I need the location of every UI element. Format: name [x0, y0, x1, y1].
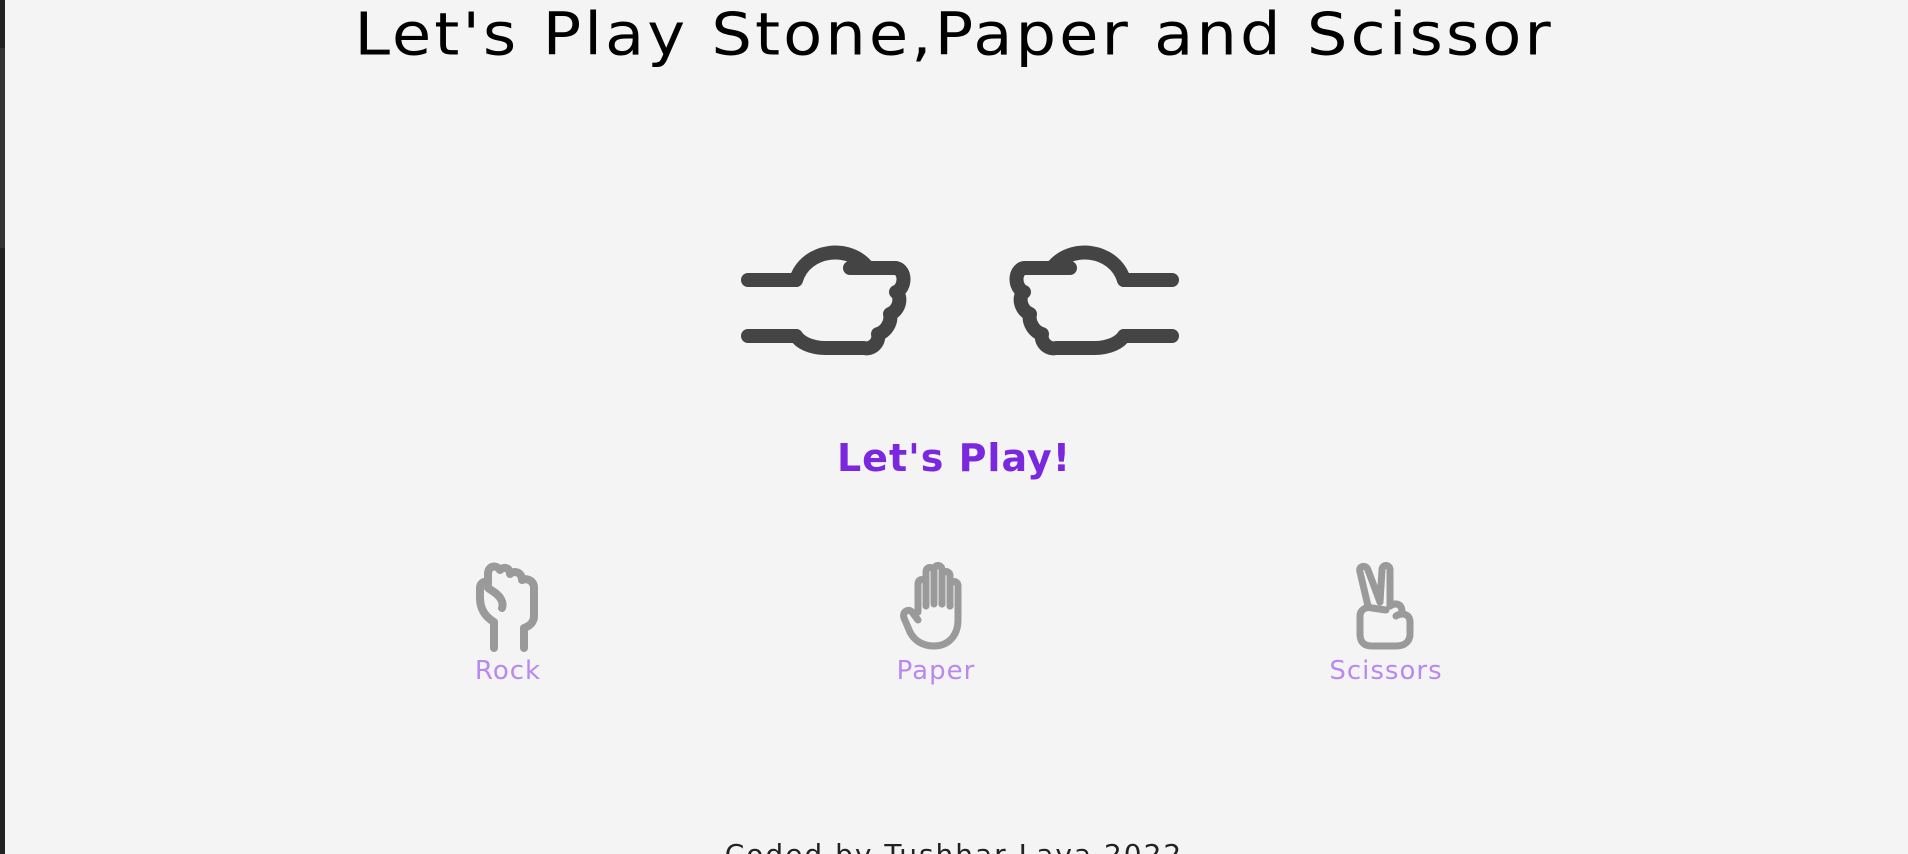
window-edge: [0, 0, 5, 854]
page: Let's Play Stone,Paper and Scissor Let's…: [0, 0, 1908, 854]
rock-button[interactable]: Rock: [428, 562, 588, 686]
paper-hand-icon: [900, 562, 962, 650]
footer-credit: Coded by Tushhar Lava 2022: [0, 838, 1908, 854]
rock-hand-icon: [476, 562, 538, 652]
scissors-button[interactable]: Scissors: [1306, 562, 1466, 686]
window-edge-notch: [0, 48, 5, 248]
page-title: Let's Play Stone,Paper and Scissor: [354, 0, 1554, 70]
scissors-hand-icon: [1356, 562, 1414, 650]
two-fists-facing-icon: [741, 245, 1179, 356]
scissors-label: Scissors: [1329, 656, 1443, 686]
paper-label: Paper: [896, 656, 976, 686]
paper-button[interactable]: Paper: [856, 562, 1016, 686]
rock-label: Rock: [474, 656, 542, 686]
status-message: Let's Play!: [836, 436, 1072, 480]
